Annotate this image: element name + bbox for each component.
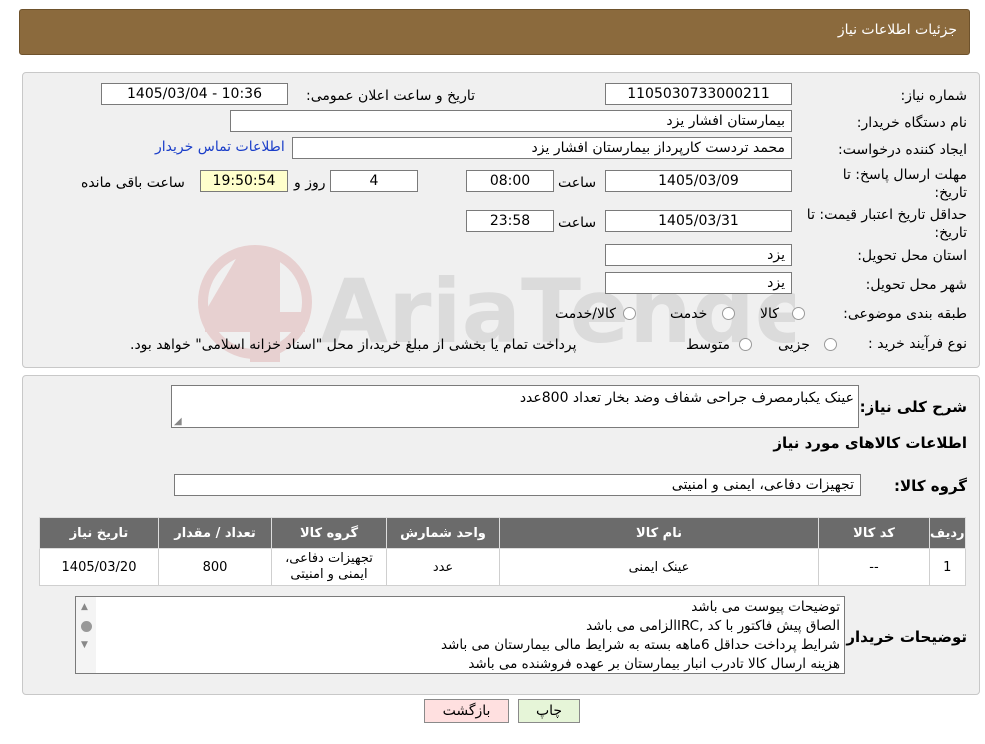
purchase-radio-medium[interactable] xyxy=(739,338,752,351)
cell-group: تجهیزات دفاعی، ایمنی و امنیتی xyxy=(271,548,387,586)
validity-time-field: 23:58 xyxy=(466,210,554,232)
buyer-notes-field[interactable]: ▲ ▼ توضیحات پیوست می باشد الصاق پیش فاکت… xyxy=(75,596,845,674)
scroll-up-icon[interactable]: ▲ xyxy=(81,602,88,612)
back-button[interactable]: بازگشت xyxy=(424,699,509,723)
creator-field: محمد تردست کارپرداز بیمارستان افشار یزد xyxy=(292,137,792,159)
scroll-down-icon[interactable]: ▼ xyxy=(81,640,88,650)
scroll-thumb[interactable] xyxy=(81,621,92,632)
print-button[interactable]: چاپ xyxy=(518,699,580,723)
table-row: 1 -- عینک ایمنی عدد تجهیزات دفاعی، ایمنی… xyxy=(39,548,966,586)
need-number-field: 1105030733000211 xyxy=(605,83,792,105)
buyer-org-label: نام دستگاه خریدار: xyxy=(856,115,967,131)
announce-label: تاریخ و ساعت اعلان عمومی: xyxy=(306,88,475,104)
city-label: شهر محل تحویل: xyxy=(865,277,967,293)
goods-group-field: تجهیزات دفاعی، ایمنی و امنیتی xyxy=(174,474,861,496)
deadline-label: مهلت ارسال پاسخ: تا تاریخ: xyxy=(842,167,967,201)
notes-line: توضیحات پیوست می باشد xyxy=(691,599,840,615)
col-unit: واحد شمارش xyxy=(386,517,500,549)
cell-quantity: 800 xyxy=(158,548,272,586)
cell-code: -- xyxy=(818,548,930,586)
buyer-notes-label: توضیحات خریدار: xyxy=(840,628,967,646)
col-need-date: تاریخ نیاز xyxy=(39,517,159,549)
cell-need-date: 1405/03/20 xyxy=(39,548,159,586)
page-title: جزئیات اطلاعات نیاز xyxy=(837,22,957,38)
category-radio-goods[interactable] xyxy=(792,307,805,320)
purchase-type-label: نوع فرآیند خرید : xyxy=(868,336,967,352)
notes-scrollbar[interactable]: ▲ ▼ xyxy=(76,597,96,673)
remaining-time-label: ساعت باقی مانده xyxy=(81,175,185,191)
purchase-option-medium: متوسط xyxy=(686,337,730,353)
summary-label: شرح کلی نیاز: xyxy=(859,398,967,416)
resize-grip-icon[interactable]: ◢ xyxy=(174,416,182,427)
goods-group-label: گروه کالا: xyxy=(894,477,967,495)
category-radio-goods-service[interactable] xyxy=(623,307,636,320)
notes-line: شرایط پرداخت حداقل 6ماهه بسته به شرایط م… xyxy=(440,637,840,653)
category-option-goods-service: کالا/خدمت xyxy=(555,306,616,322)
validity-label: حداقل تاریخ اعتبار قیمت: تا تاریخ: xyxy=(806,207,967,241)
items-table: ردیف کد کالا نام کالا واحد شمارش گروه کا… xyxy=(39,517,966,586)
goods-info-title: اطلاعات کالاهای مورد نیاز xyxy=(773,434,967,452)
page-header: جزئیات اطلاعات نیاز xyxy=(19,9,970,55)
treasury-note: پرداخت تمام یا بخشی از مبلغ خرید،از محل … xyxy=(130,337,577,353)
notes-line: الصاق پیش فاکتور با کد ,IRCالزامی می باش… xyxy=(586,618,840,634)
days-label: روز و xyxy=(294,175,326,191)
purchase-option-minor: جزیی xyxy=(778,337,810,353)
summary-field: عینک یکبارمصرف جراحی شفاف وضد بخار تعداد… xyxy=(171,385,859,428)
items-table-header: ردیف کد کالا نام کالا واحد شمارش گروه کا… xyxy=(39,517,966,549)
deadline-time-label: ساعت xyxy=(558,175,597,191)
category-label: طبقه بندی موضوعی: xyxy=(843,306,967,322)
announce-datetime-field: 1405/03/04 - 10:36 xyxy=(101,83,288,105)
col-group: گروه کالا xyxy=(271,517,387,549)
city-field: یزد xyxy=(605,272,792,294)
category-option-service: خدمت xyxy=(670,306,708,322)
deadline-time-field: 08:00 xyxy=(466,170,554,192)
province-field: یزد xyxy=(605,244,792,266)
province-label: استان محل تحویل: xyxy=(857,248,967,264)
col-row: ردیف xyxy=(929,517,966,549)
need-number-label: شماره نیاز: xyxy=(900,88,968,104)
col-quantity: تعداد / مقدار xyxy=(158,517,272,549)
notes-line: هزینه ارسال کالا تادرب انبار بیمارستان ب… xyxy=(468,656,840,672)
col-code: کد کالا xyxy=(818,517,930,549)
col-name: نام کالا xyxy=(499,517,819,549)
category-radio-service[interactable] xyxy=(722,307,735,320)
days-remaining-field: 4 xyxy=(330,170,418,192)
category-option-goods: کالا xyxy=(760,306,779,322)
buyer-contact-link[interactable]: اطلاعات تماس خریدار xyxy=(155,139,285,155)
validity-time-label: ساعت xyxy=(558,215,597,231)
validity-date-field: 1405/03/31 xyxy=(605,210,792,232)
items-table-wrapper: ردیف کد کالا نام کالا واحد شمارش گروه کا… xyxy=(39,517,966,586)
buyer-org-field: بیمارستان افشار یزد xyxy=(230,110,792,132)
cell-unit: عدد xyxy=(386,548,500,586)
creator-label: ایجاد کننده درخواست: xyxy=(838,142,967,158)
cell-row: 1 xyxy=(929,548,966,586)
deadline-date-field: 1405/03/09 xyxy=(605,170,792,192)
cell-name: عینک ایمنی xyxy=(499,548,819,586)
remaining-time-field: 19:50:54 xyxy=(200,170,288,192)
purchase-radio-minor[interactable] xyxy=(824,338,837,351)
